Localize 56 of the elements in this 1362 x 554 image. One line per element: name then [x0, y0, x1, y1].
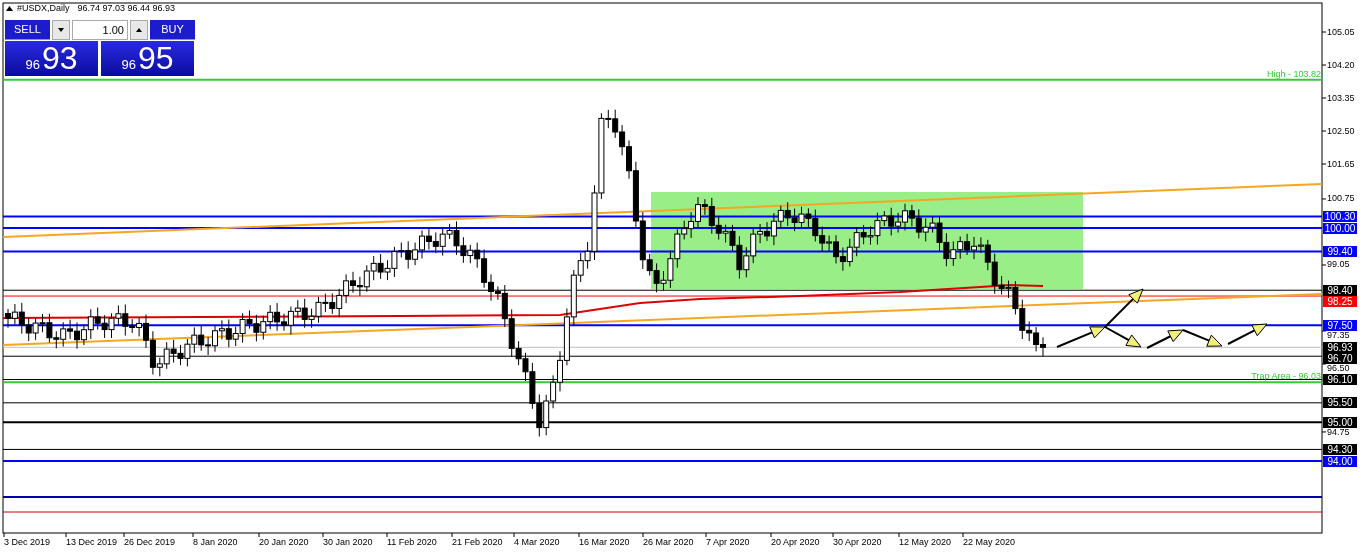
- price-label: 100.00: [1323, 222, 1357, 234]
- axis-tick-label: 20 Apr 2020: [771, 537, 820, 548]
- decrease-button[interactable]: [52, 20, 70, 40]
- price-label: 98.40: [1323, 284, 1357, 296]
- lot-size-field[interactable]: 1.00: [72, 20, 128, 40]
- axis-tick-label: 26 Mar 2020: [643, 537, 694, 548]
- axis-tick-label: 30 Jan 2020: [323, 537, 373, 548]
- axis-tick-label: 7 Apr 2020: [706, 537, 750, 548]
- price-label: 96.93: [1323, 341, 1357, 353]
- collapse-icon[interactable]: [6, 5, 13, 11]
- axis-tick-label: 3 Dec 2019: [4, 537, 51, 548]
- price-label: 96.70: [1323, 352, 1357, 364]
- axis-tick-label: 103.35: [1327, 93, 1355, 103]
- sell-button[interactable]: SELL: [5, 20, 50, 40]
- arrow: [1182, 329, 1223, 347]
- price-label: 94.30: [1323, 443, 1357, 455]
- caret-down-icon: [58, 28, 64, 32]
- buy-price-button[interactable]: 96 95: [101, 41, 194, 76]
- axis-tick-label: 96.50: [1327, 364, 1350, 374]
- level-annotation: Trap Area - 96.03: [1251, 371, 1321, 382]
- increase-button[interactable]: [130, 20, 148, 40]
- axis-tick-label: 12 May 2020: [899, 537, 952, 548]
- price-label: 98.25: [1323, 295, 1357, 307]
- ohlc-values: 96.74 97.03 96.44 96.93: [77, 3, 176, 13]
- price-label: 100.30: [1323, 210, 1357, 222]
- caret-up-icon: [136, 28, 142, 32]
- axis-tick-label: 97.35: [1327, 331, 1350, 341]
- axis-tick-label: 26 Dec 2019: [124, 537, 176, 548]
- axis-tick-label: 8 Jan 2020: [193, 537, 238, 548]
- price-label: 96.10: [1323, 374, 1357, 385]
- buy-button[interactable]: BUY: [150, 20, 195, 40]
- axis-tick-label: 13 Dec 2019: [66, 537, 118, 548]
- axis-tick-label: 20 Jan 2020: [259, 537, 309, 548]
- axis-tick-label: 21 Feb 2020: [452, 537, 503, 548]
- price-label: 95.50: [1323, 397, 1357, 409]
- axis-tick-label: 16 Mar 2020: [579, 537, 630, 548]
- sell-price-button[interactable]: 96 93: [5, 41, 98, 76]
- axis-tick-label: 101.65: [1327, 159, 1355, 169]
- axis-tick-label: 105.05: [1327, 27, 1355, 37]
- axis-tick-label: 102.50: [1327, 126, 1355, 136]
- arrow: [1146, 329, 1184, 349]
- chart-symbol: #USDX,Daily: [17, 3, 70, 13]
- axis-tick-label: 11 Feb 2020: [387, 537, 437, 548]
- axis-tick-label: 100.75: [1327, 194, 1355, 204]
- axis-tick-label: 94.75: [1327, 428, 1350, 438]
- axis-tick-label: 99.05: [1327, 260, 1350, 270]
- level-annotation: High - 103.82: [1266, 68, 1321, 79]
- arrow: [1227, 323, 1268, 345]
- price-label: 94.00: [1323, 455, 1357, 467]
- axis-tick-label: 4 Mar 2020: [514, 537, 560, 548]
- axis-tick-label: 30 Apr 2020: [833, 537, 882, 548]
- axis-tick-label: 22 May 2020: [963, 537, 1016, 548]
- price-label: 95.00: [1323, 416, 1357, 428]
- axis-tick-label: 104.20: [1327, 60, 1355, 70]
- price-label: 97.50: [1323, 319, 1357, 331]
- price-label: 99.40: [1323, 245, 1357, 257]
